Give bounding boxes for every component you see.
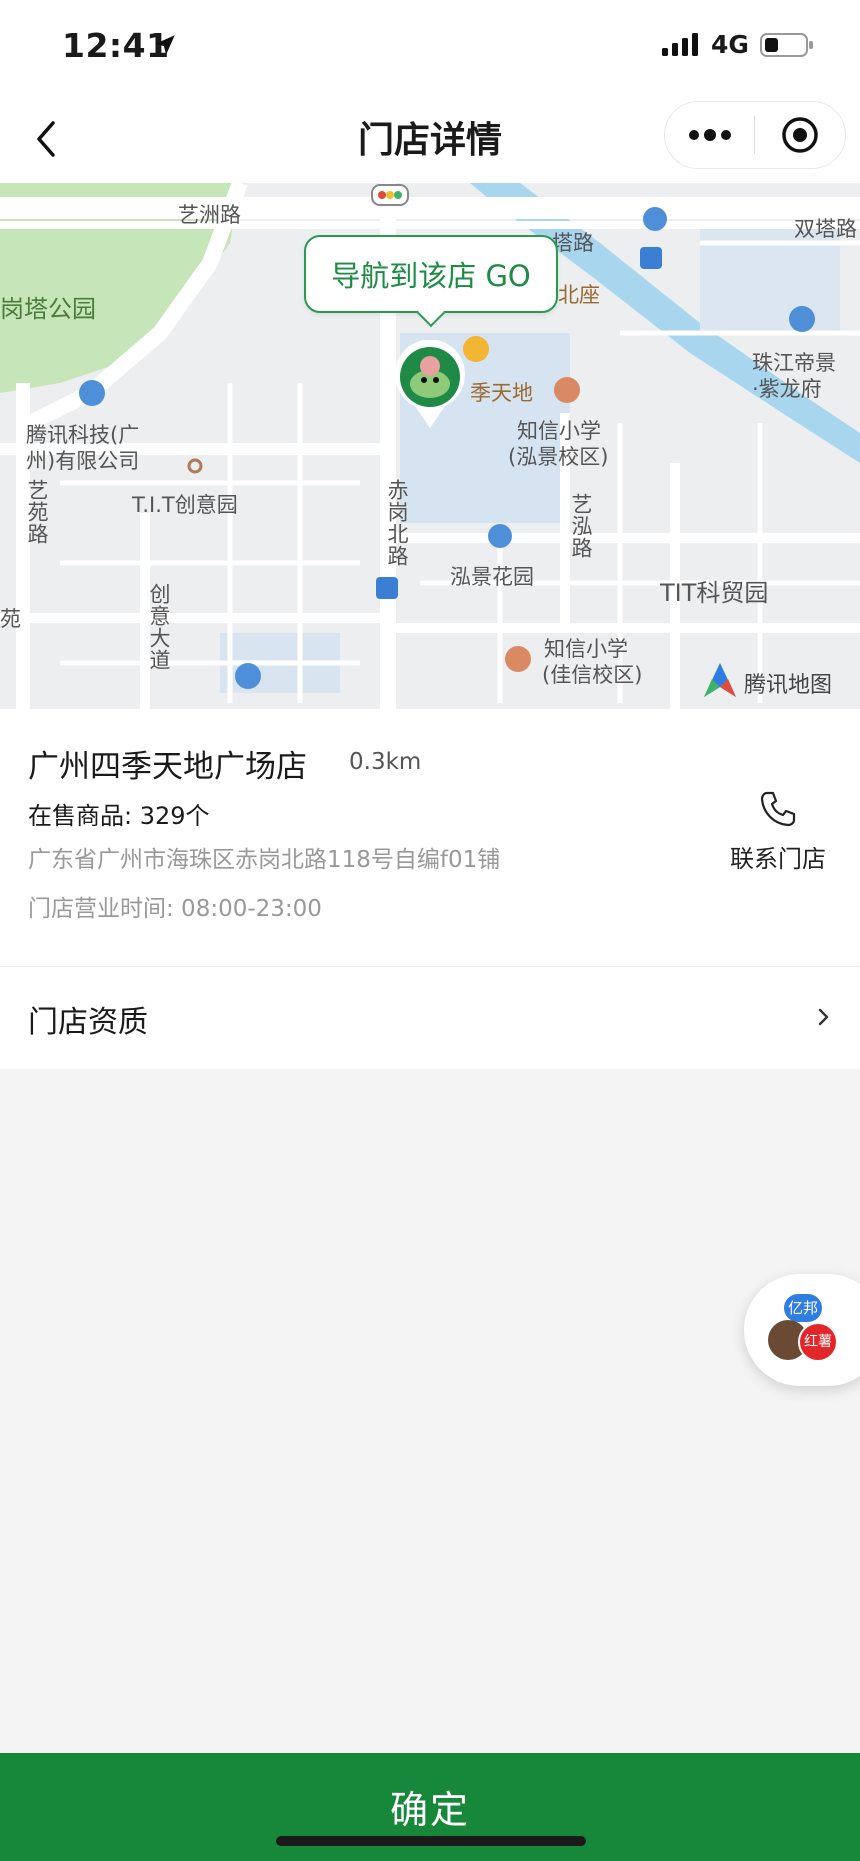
contact-store-button[interactable]: 联系门店: [720, 789, 836, 874]
map-label-road: 艺泓路: [569, 493, 593, 559]
location-arrow-icon: [155, 35, 175, 55]
map-label-poi: (泓景校区): [508, 445, 609, 469]
store-name: 广州四季天地广场店: [28, 749, 307, 785]
target-close-icon: [781, 117, 818, 153]
more-button[interactable]: [665, 102, 754, 168]
map-label-poi: TIT科贸园: [660, 579, 769, 607]
store-hours: 门店营业时间: 08:00-23:00: [28, 896, 322, 922]
map-label-poi: T.I.T创意园: [132, 493, 238, 517]
navigate-to-store-button[interactable]: 导航到该店 GO: [304, 235, 558, 313]
store-map[interactable]: 艺洲路 塔路 双塔路 北座 岗塔公园 腾讯科技(广 州)有限公司 珠江帝景 ·紫…: [0, 183, 860, 709]
confirm-label: 确定: [389, 1788, 470, 1832]
contact-store-label: 联系门店: [730, 845, 826, 873]
map-label-poi: 苑: [0, 607, 21, 631]
network-type: 4G: [711, 30, 749, 59]
store-address: 广东省广州市海珠区赤岗北路118号自编f01铺: [28, 847, 501, 873]
map-label-poi: (佳信校区): [542, 663, 643, 687]
close-miniprogram-button[interactable]: [755, 102, 844, 168]
floating-service-widget[interactable]: 亿邦 红薯: [744, 1274, 860, 1386]
map-label-road: 艺苑路: [25, 479, 49, 545]
map-label-road: 艺洲路: [178, 203, 241, 227]
miniprogram-capsule: [664, 101, 846, 169]
store-qualification-row[interactable]: 门店资质: [0, 966, 860, 1069]
map-label-park: 岗塔公园: [0, 295, 96, 323]
map-label-poi: 泓景花园: [450, 565, 534, 589]
more-dots-icon: [688, 129, 731, 141]
map-label-road: 塔路: [552, 231, 594, 255]
map-label-poi: ·紫龙府: [752, 377, 822, 401]
map-label-poi: 北座: [558, 283, 600, 307]
store-distance: 0.3km: [349, 749, 422, 775]
nav-bar: 门店详情: [0, 95, 860, 183]
store-info-card: 广州四季天地广场店 0.3km 在售商品: 329个 广东省广州市海珠区赤岗北路…: [0, 709, 860, 966]
battery-icon: [760, 33, 813, 57]
qualification-label: 门店资质: [28, 1005, 148, 1040]
tencent-map-icon: [704, 663, 736, 697]
signal-icon: [662, 33, 698, 56]
floating-badge-bottom: 红薯: [798, 1322, 838, 1362]
home-indicator: [276, 1836, 586, 1846]
map-label-poi: 季天地: [470, 381, 533, 405]
store-pin-icon[interactable]: [393, 340, 467, 430]
map-label-road: 创意大道: [147, 583, 171, 671]
chevron-right-icon: [818, 1008, 829, 1026]
goods-count: 在售商品: 329个: [28, 802, 210, 830]
floating-badge-top: 亿邦: [784, 1294, 822, 1322]
tencent-map-logo: 腾讯地图: [700, 661, 850, 701]
status-bar: 12:41 4G: [0, 0, 860, 95]
map-label-road: 赤岗北路: [385, 479, 409, 567]
map-label-road: 双塔路: [794, 217, 857, 241]
tencent-map-label: 腾讯地图: [744, 673, 833, 698]
map-label-poi: 州)有限公司: [26, 449, 140, 473]
phone-icon: [760, 791, 796, 827]
